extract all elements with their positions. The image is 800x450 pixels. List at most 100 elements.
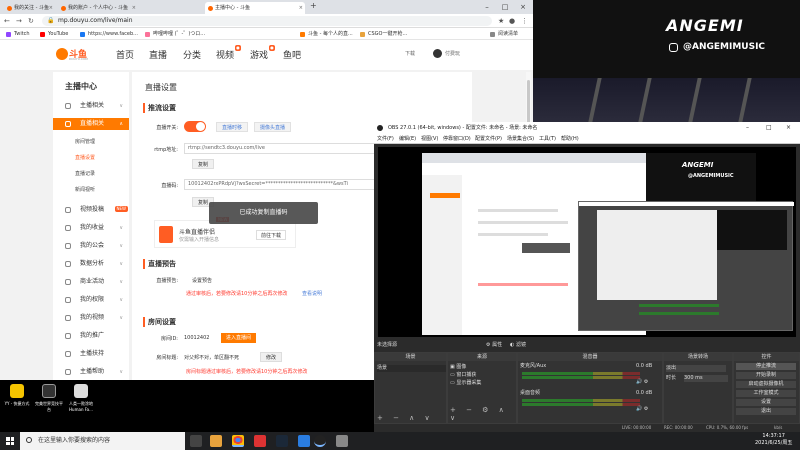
nav-fishbar[interactable]: 鱼吧 (283, 48, 301, 61)
sidebar-item-anchor[interactable]: 主播相关 ∨ (53, 100, 129, 112)
mixer-controls[interactable]: 🔊 ⚙ (636, 406, 648, 413)
filters-button[interactable]: ◐ 滤镜 (510, 340, 526, 350)
source-item[interactable]: ▭ 窗口捕获 (450, 372, 476, 379)
sidebar-sub-live-settings[interactable]: 直播设置 (53, 152, 129, 164)
copy-rtmp-button[interactable]: 复制 (192, 159, 215, 169)
back-icon[interactable]: ← (4, 16, 10, 26)
menu-help[interactable]: 帮助(H) (561, 134, 579, 144)
exit-button[interactable]: 退出 (736, 408, 796, 415)
close-icon[interactable]: × (132, 2, 136, 14)
douyu-logo[interactable]: 斗鱼 DOUYU.COM (56, 46, 90, 64)
task-view-icon[interactable] (190, 435, 202, 447)
tab-following[interactable]: 我的关注 - 斗鱼 × (4, 2, 55, 14)
source-item[interactable]: ▭ 显示器采集 (450, 380, 481, 387)
sidebar-sub-news[interactable]: 新闻视听 (53, 184, 129, 196)
sidebar-item-permissions[interactable]: 我的权限 ∨ (53, 294, 129, 306)
maximize-button[interactable]: □ (766, 122, 772, 134)
menu-tools[interactable]: 工具(T) (539, 134, 556, 144)
menu-view[interactable]: 视图(V) (421, 134, 438, 144)
windows-start-icon[interactable] (6, 437, 14, 445)
tab-anchor-center[interactable]: 主播中心 - 斗鱼 × (205, 2, 305, 14)
duration-input[interactable]: 300 ms (684, 375, 728, 382)
menu-icon[interactable]: ⋮ (521, 16, 528, 26)
address-bar[interactable]: 🔒 mp.douyu.com/live/main (42, 16, 492, 26)
desktop-icon-human-fall-flat[interactable]: 人类一败涂地 Human Fa... (66, 382, 96, 422)
profile-icon[interactable]: ● (509, 16, 515, 26)
studio-mode-button[interactable]: 工作室模式 (736, 390, 796, 397)
close-window-button[interactable]: × (516, 0, 530, 14)
close-icon[interactable]: × (49, 2, 53, 14)
reading-list[interactable]: 阅读清单 (490, 29, 518, 39)
new-tab-button[interactable]: + (310, 1, 317, 10)
app-gray-icon[interactable] (336, 435, 348, 447)
taskbar-search[interactable]: 在这里输入你要搜索的内容 (20, 432, 185, 450)
scene-item[interactable]: 场景 (377, 365, 446, 372)
time-shift-button[interactable]: 直播时移 (216, 122, 249, 132)
properties-button[interactable]: ⚙ 属性 (486, 340, 502, 350)
sidebar-item-live[interactable]: 直播相关 ∧ (53, 118, 129, 130)
sidebar-item-support[interactable]: 主播扶持 (53, 348, 129, 360)
sidebar-item-business[interactable]: 商业活动 ∨ (53, 276, 129, 288)
sidebar-sub-room-manage[interactable]: 房间管理 (53, 136, 129, 148)
bookmark-youtube[interactable]: YouTube (40, 29, 68, 39)
bookmark-twitch[interactable]: Twitch (6, 29, 30, 39)
menu-scene-collection[interactable]: 场景集合(S) (507, 134, 534, 144)
system-clock[interactable]: 14:37:17 2021/6/25/周五 (755, 433, 792, 447)
close-icon[interactable]: × (299, 2, 303, 14)
promo-download-button[interactable]: 前往下载 (256, 230, 287, 240)
camera-live-button[interactable]: 摄像头直播 (254, 122, 292, 132)
sources-buttons[interactable]: + − ⚙ ∧ ∨ (450, 406, 516, 422)
modify-room-name-button[interactable]: 修改 (260, 352, 283, 362)
stop-streaming-button[interactable]: 停止推流 (736, 363, 796, 370)
sidebar-item-guild[interactable]: 我的公会 ∨ (53, 240, 129, 252)
sidebar-sub-live-records[interactable]: 直播记录 (53, 168, 129, 180)
obs-preview[interactable]: ANGEMI @ANGEMIMUSIC (378, 147, 796, 337)
file-explorer-icon[interactable] (210, 435, 222, 447)
forward-icon[interactable]: → (16, 16, 22, 26)
preview-help-link[interactable]: 查看说明 (302, 290, 322, 297)
source-item[interactable]: ▣ 图像 (450, 364, 466, 371)
extensions-icon[interactable]: ★ (498, 16, 504, 26)
bookmark-bilibili[interactable]: 哔哩哔哩 (゜-゜)つロ... (145, 29, 205, 39)
minimize-button[interactable]: – (480, 0, 494, 14)
desktop-icon-perfect-world[interactable]: 完美世界竞技平台 (34, 382, 64, 422)
obs-taskbar-icon[interactable] (314, 435, 326, 447)
stream-code-field[interactable]: 10012402rxPRdpVj?wsSecret=**************… (184, 179, 384, 190)
live-toggle[interactable] (184, 121, 206, 132)
tab-account[interactable]: 我的账户 - 个人中心 - 斗鱼 × (58, 2, 138, 14)
close-window-button[interactable]: × (786, 122, 791, 134)
sidebar-item-my-videos[interactable]: 我的视频 ∨ (53, 312, 129, 324)
nav-video[interactable]: 视频 ● (216, 45, 242, 61)
chrome-icon[interactable] (232, 435, 244, 447)
nav-home[interactable]: 首页 (116, 48, 134, 61)
download-link[interactable]: 下载 (405, 50, 415, 57)
mixer-controls[interactable]: 🔊 ⚙ (636, 379, 648, 386)
start-recording-button[interactable]: 开始录制 (736, 372, 796, 379)
maximize-button[interactable]: □ (498, 0, 512, 14)
menu-edit[interactable]: 编辑(E) (399, 134, 416, 144)
transition-select[interactable]: 淡出 (666, 365, 726, 372)
sidebar-item-help[interactable]: 主播帮助 ∨ (53, 366, 129, 378)
menu-file[interactable]: 文件(F) (377, 134, 394, 144)
bookmark-facebook[interactable]: https://www.faceb... (80, 29, 138, 39)
enter-room-button[interactable]: 进入直播间 (221, 333, 257, 343)
sidebar-item-video[interactable]: 视频投稿 NEW (53, 204, 129, 216)
minimize-button[interactable]: – (746, 122, 749, 134)
menu-profile[interactable]: 配置文件(P) (475, 134, 502, 144)
app-blue-icon[interactable] (298, 435, 310, 447)
set-preview-link[interactable]: 设置预告 (192, 277, 212, 284)
bookmark-csgo[interactable]: CSGO一键开枪... (360, 29, 407, 39)
sidebar-item-analytics[interactable]: 数据分析 ∨ (53, 258, 129, 270)
sidebar-item-promotion[interactable]: 我的推广 (53, 330, 129, 342)
settings-button[interactable]: 设置 (736, 399, 796, 406)
reload-icon[interactable]: ↻ (28, 16, 34, 26)
steam-icon[interactable] (276, 435, 288, 447)
virtual-camera-button[interactable]: 启动虚拟摄像机 (736, 381, 796, 388)
sidebar-item-income[interactable]: 我的收益 ∨ (53, 222, 129, 234)
nav-category[interactable]: 分类 (183, 48, 201, 61)
menu-docks[interactable]: 停靠窗口(D) (443, 134, 471, 144)
username[interactable]: 付费玩 (445, 50, 460, 57)
nav-games[interactable]: 游戏 ● (250, 45, 276, 61)
rtmp-field[interactable]: rtmp://sendtc3.douyu.com/live (184, 143, 382, 154)
nav-live[interactable]: 直播 (149, 48, 167, 61)
